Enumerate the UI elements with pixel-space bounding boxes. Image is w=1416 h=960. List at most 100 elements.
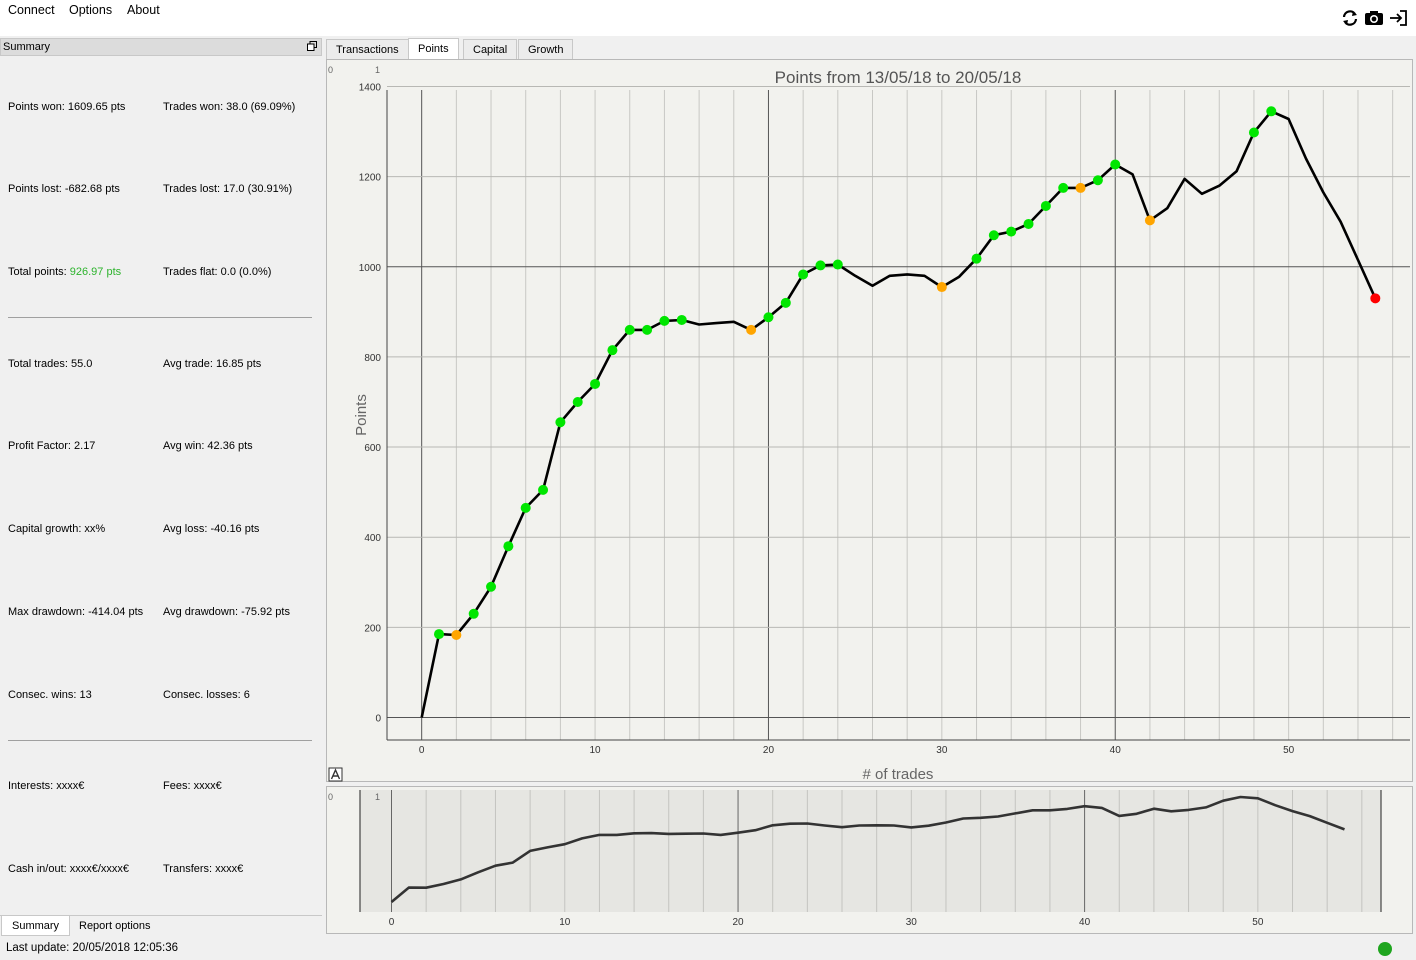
green-trade-marker — [798, 269, 809, 280]
y-tick-label: 600 — [364, 443, 381, 454]
green-trade-marker — [1266, 106, 1277, 117]
separator — [8, 740, 312, 741]
points-series-line — [420, 110, 1377, 718]
orange-trade-marker — [451, 629, 462, 640]
tab-summary[interactable]: Summary — [1, 916, 71, 936]
y-tick-label: 400 — [364, 533, 381, 544]
green-trade-marker — [468, 608, 479, 619]
navigator-tick-labels: 0 10 20 30 40 50 — [389, 917, 1264, 928]
connection-status-indicator — [1378, 942, 1392, 956]
y-tick-label: 1200 — [359, 173, 382, 184]
x-tick-label: 20 — [763, 745, 775, 756]
status-bar: Last update: 20/05/2018 12:05:36 — [0, 938, 1416, 960]
stat-total-trades: Total trades: 55.0 — [8, 358, 93, 370]
chart-grid — [386, 86, 1410, 741]
last-update-text: Last update: 20/05/2018 12:05:36 — [6, 942, 179, 954]
green-trade-marker — [590, 378, 601, 389]
orange-trade-marker — [1144, 215, 1155, 226]
x-tick-label: 30 — [936, 745, 948, 756]
green-trade-marker — [988, 230, 999, 241]
stat-trades-flat: Trades flat: 0.0 (0.0%) — [163, 266, 272, 278]
green-trade-marker — [486, 581, 497, 592]
green-trade-marker — [832, 259, 843, 270]
points-chart-panel: 0 200 400 600 800 1000 1200 1400 0 10 20 30 40 50 Poi… — [326, 59, 1414, 783]
menu-connect[interactable]: Connect — [8, 3, 55, 17]
menu-options[interactable]: Options — [69, 3, 112, 17]
camera-icon[interactable] — [1364, 9, 1384, 27]
green-trade-marker — [1058, 182, 1069, 193]
stat-total-points-label: Total points: — [8, 266, 70, 278]
stat-avg-win: Avg win: 42.36 pts — [163, 440, 253, 452]
undock-icon[interactable] — [307, 41, 317, 51]
summary-panel: Summary Points won: 1609.65 pts Trades w… — [0, 38, 322, 934]
navigator-corner-label-one: 1 — [375, 792, 380, 802]
chart-tick-labels: 0 200 400 600 800 1000 1200 1400 0 10 20 30 40 50 — [359, 83, 1295, 756]
sidebar-bottom-tabs: Summary Report options — [0, 915, 322, 936]
summary-panel-title: Summary — [3, 41, 51, 53]
green-trade-marker — [572, 396, 583, 407]
stat-consec-wins: Consec. wins: 13 — [8, 689, 92, 701]
chart-title: Points from 13/05/18 to 20/05/18 — [775, 68, 1022, 87]
navigator-x-tick-label: 0 — [389, 917, 395, 928]
stat-points-won: Points won: 1609.65 pts — [8, 101, 126, 113]
navigator-chart[interactable]: 0 10 20 30 40 50 0 1 — [327, 787, 1414, 935]
refresh-icon[interactable] — [1340, 9, 1360, 27]
x-tick-label: 10 — [590, 745, 602, 756]
tab-growth[interactable]: Growth — [518, 39, 574, 60]
orange-trade-marker — [746, 324, 757, 335]
green-trade-marker — [763, 312, 774, 323]
green-trade-marker — [780, 297, 791, 308]
green-trade-marker — [624, 324, 635, 335]
green-trade-marker — [1040, 200, 1051, 211]
navigator-x-tick-label: 40 — [1079, 917, 1091, 928]
menu-about[interactable]: About — [127, 3, 160, 17]
stat-avg-drawdown: Avg drawdown: -75.92 pts — [163, 606, 290, 618]
y-tick-label: 800 — [364, 353, 381, 364]
stat-avg-trade: Avg trade: 16.85 pts — [163, 358, 262, 370]
green-trade-marker — [1248, 127, 1259, 138]
green-trade-marker — [1092, 175, 1103, 186]
green-trade-marker — [1110, 159, 1121, 170]
stat-avg-loss: Avg loss: -40.16 pts — [163, 523, 260, 535]
red-trade-marker — [1370, 293, 1381, 304]
green-trade-marker — [642, 324, 653, 335]
stat-trades-won: Trades won: 38.0 (69.09%) — [163, 101, 296, 113]
orange-trade-marker — [1075, 182, 1086, 193]
green-trade-marker — [676, 314, 687, 325]
auto-scale-icon[interactable] — [328, 767, 343, 782]
corner-label-zero: 0 — [328, 65, 333, 75]
tab-transactions[interactable]: Transactions — [326, 39, 409, 60]
points-chart[interactable]: 02004006008001000120014000 10 20 30 40 50 Poi… — [327, 60, 1414, 783]
green-trade-marker — [971, 253, 982, 264]
navigator-x-tick-label: 30 — [906, 917, 918, 928]
tab-points[interactable]: Points — [408, 38, 459, 60]
tab-report-options[interactable]: Report options — [69, 916, 161, 936]
stat-transfers: Transfers: xxxx€ — [163, 863, 244, 875]
stat-interests: Interests: xxxx€ — [8, 780, 85, 792]
x-tick-label: 0 — [419, 745, 425, 756]
stat-cash-in-out: Cash in/out: xxxx€/xxxx€ — [8, 863, 130, 875]
green-trade-marker — [815, 260, 826, 271]
stat-total-points: Total points: 926.97 pts — [8, 266, 121, 278]
orange-trade-marker — [936, 282, 947, 293]
corner-label-one: 1 — [375, 65, 380, 75]
navigator-x-tick-label: 50 — [1252, 917, 1264, 928]
tab-capital[interactable]: Capital — [463, 39, 518, 60]
separator — [8, 317, 312, 318]
navigator-x-tick-label: 20 — [732, 917, 744, 928]
x-axis-label: # of trades — [863, 766, 934, 783]
stat-fees: Fees: xxxx€ — [163, 780, 222, 792]
x-tick-label: 40 — [1110, 745, 1122, 756]
y-tick-label: 0 — [375, 713, 381, 724]
stat-max-drawdown: Max drawdown: -414.04 pts — [8, 606, 144, 618]
navigator-x-tick-label: 10 — [559, 917, 571, 928]
export-icon[interactable] — [1388, 9, 1408, 27]
stat-capital-growth: Capital growth: xx% — [8, 523, 106, 535]
navigator-region[interactable] — [360, 790, 1381, 912]
stat-consec-losses: Consec. losses: 6 — [163, 689, 250, 701]
stat-trades-lost: Trades lost: 17.0 (30.91%) — [163, 183, 293, 195]
x-tick-label: 50 — [1283, 745, 1295, 756]
green-trade-marker — [434, 629, 445, 640]
y-tick-label: 1000 — [359, 263, 382, 274]
menu-bar: Connect Options About — [0, 0, 1416, 36]
